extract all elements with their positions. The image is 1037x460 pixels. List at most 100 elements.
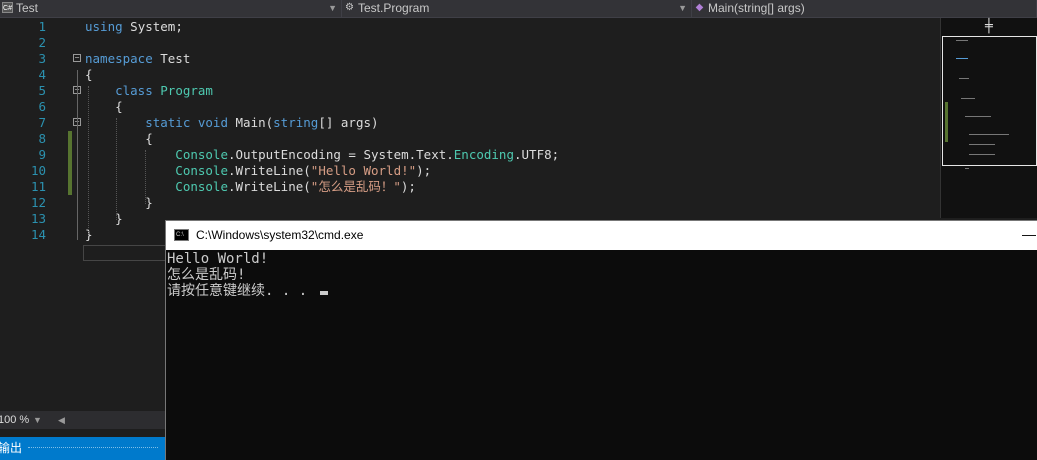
code-token: "Hello World!"	[310, 163, 417, 178]
code-token: .UTF8;	[514, 147, 560, 162]
code-token: Console	[85, 163, 228, 178]
code-line[interactable]: 9 Console.OutputEncoding = System.Text.E…	[0, 147, 940, 163]
code-token: Console	[85, 147, 228, 162]
code-token: );	[416, 163, 432, 178]
console-line: 怎么是乱码!	[167, 267, 246, 283]
fold-toggle-icon[interactable]: −	[73, 54, 81, 62]
code-token: Console	[85, 179, 228, 194]
code-token: .WriteLine(	[228, 179, 311, 194]
line-number: 4	[38, 67, 46, 82]
code-token: {	[85, 131, 153, 146]
code-text: Console.WriteLine("怎么是乱码！");	[85, 179, 416, 195]
code-line[interactable]: 1 using System;	[0, 19, 940, 35]
console-cursor	[319, 291, 328, 295]
code-token: string	[273, 115, 319, 130]
code-text: Console.OutputEncoding = System.Text.Enc…	[85, 147, 559, 163]
line-number: 11	[30, 179, 46, 194]
code-token: Main(	[235, 115, 274, 130]
code-line[interactable]: 5− class Program	[0, 83, 940, 99]
code-text: using System;	[85, 19, 183, 35]
code-token: );	[400, 179, 416, 194]
tab-grip	[28, 447, 158, 448]
line-number: 6	[38, 99, 46, 114]
chevron-down-icon: ▼	[328, 3, 337, 13]
line-number: 1	[38, 19, 46, 34]
zoom-bar: 100 % ▼ ◀	[0, 411, 165, 429]
chevron-down-icon: ▼	[678, 3, 687, 13]
chevron-down-icon[interactable]: ▼	[33, 411, 42, 429]
code-token: Test	[152, 51, 191, 66]
indent-guide	[88, 86, 89, 236]
code-text: class Program	[85, 83, 213, 99]
code-text: {	[85, 67, 93, 83]
indent-guide	[116, 118, 117, 220]
code-token: System;	[122, 19, 183, 34]
fold-region-line	[77, 70, 78, 240]
code-line[interactable]: 6 {	[0, 99, 940, 115]
line-number: 12	[30, 195, 46, 210]
navigation-bar: C# Test ▼ ⚙ Test.Program ▼ ◆ Main(string…	[0, 0, 1037, 18]
code-token: "怎么是乱码！"	[310, 179, 401, 194]
split-handle-icon[interactable]: ╪	[985, 19, 993, 34]
output-tab[interactable]: 输出	[0, 437, 165, 460]
code-token: class	[85, 83, 161, 98]
line-number: 2	[38, 35, 46, 50]
minimize-button[interactable]: —	[1021, 221, 1037, 250]
method-icon: ◆	[695, 2, 704, 13]
code-text: {	[85, 131, 153, 147]
code-token: {	[85, 99, 123, 114]
code-token: {	[85, 67, 93, 82]
member-dropdown-label: Main(string[] args)	[708, 1, 805, 15]
change-marker	[68, 131, 72, 195]
line-number: 10	[30, 163, 46, 178]
code-text: namespace Test	[85, 51, 190, 67]
code-token: }	[85, 195, 153, 210]
code-token: using	[85, 19, 123, 34]
indent-guide	[145, 150, 146, 204]
minimap-viewport[interactable]	[942, 36, 1037, 166]
code-line[interactable]: 4{	[0, 67, 940, 83]
code-text: }	[85, 195, 153, 211]
console-line: 请按任意键继续. . .	[167, 283, 328, 299]
line-number: 7	[38, 115, 46, 130]
project-dropdown-label: Test	[16, 1, 39, 15]
code-text: static void Main(string[] args)	[85, 115, 379, 131]
class-dropdown-label: Test.Program	[358, 1, 430, 15]
console-title-bar[interactable]: C:\ C:\Windows\system32\cmd.exe —	[166, 221, 1037, 250]
line-number: 14	[30, 227, 46, 242]
class-icon: ⚙	[345, 2, 354, 13]
code-line[interactable]: 2	[0, 35, 940, 51]
code-line[interactable]: 10 Console.WriteLine("Hello World!");	[0, 163, 940, 179]
scroll-left-icon[interactable]: ◀	[58, 411, 65, 429]
project-dropdown[interactable]: C# Test ▼	[0, 0, 342, 17]
line-number: 3	[38, 51, 46, 66]
cmd-icon: C:\	[174, 229, 189, 241]
code-token: .WriteLine(	[228, 163, 311, 178]
line-number: 9	[38, 147, 46, 162]
code-line[interactable]: 12 }	[0, 195, 940, 211]
console-title: C:\Windows\system32\cmd.exe	[196, 228, 364, 242]
line-number: 8	[38, 131, 46, 146]
code-line[interactable]: 8 {	[0, 131, 940, 147]
line-number: 13	[30, 211, 46, 226]
code-line[interactable]: 3 − namespace Test	[0, 51, 940, 67]
zoom-level[interactable]: 100 %	[0, 411, 29, 429]
code-token: [] args)	[318, 115, 379, 130]
code-line[interactable]: 7− static void Main(string[] args)	[0, 115, 940, 131]
output-tab-label: 输出	[0, 441, 23, 455]
code-text: Console.WriteLine("Hello World!");	[85, 163, 431, 179]
code-token: namespace	[85, 51, 153, 66]
member-dropdown[interactable]: ◆ Main(string[] args)	[692, 0, 1037, 17]
csharp-project-icon: C#	[2, 2, 13, 13]
code-token: Encoding	[453, 147, 514, 162]
console-line-text: 请按任意键继续. . .	[167, 283, 316, 299]
class-dropdown[interactable]: ⚙ Test.Program ▼	[342, 0, 692, 17]
console-window[interactable]: C:\ C:\Windows\system32\cmd.exe — Hello …	[165, 220, 1037, 460]
code-line[interactable]: 11 Console.WriteLine("怎么是乱码！");	[0, 179, 940, 195]
code-text: {	[85, 99, 123, 115]
code-token: static void	[85, 115, 236, 130]
code-token: .OutputEncoding = System.Text.	[228, 147, 454, 162]
line-number: 5	[38, 83, 46, 98]
console-line: Hello World!	[167, 251, 269, 267]
code-token: Program	[160, 83, 213, 98]
